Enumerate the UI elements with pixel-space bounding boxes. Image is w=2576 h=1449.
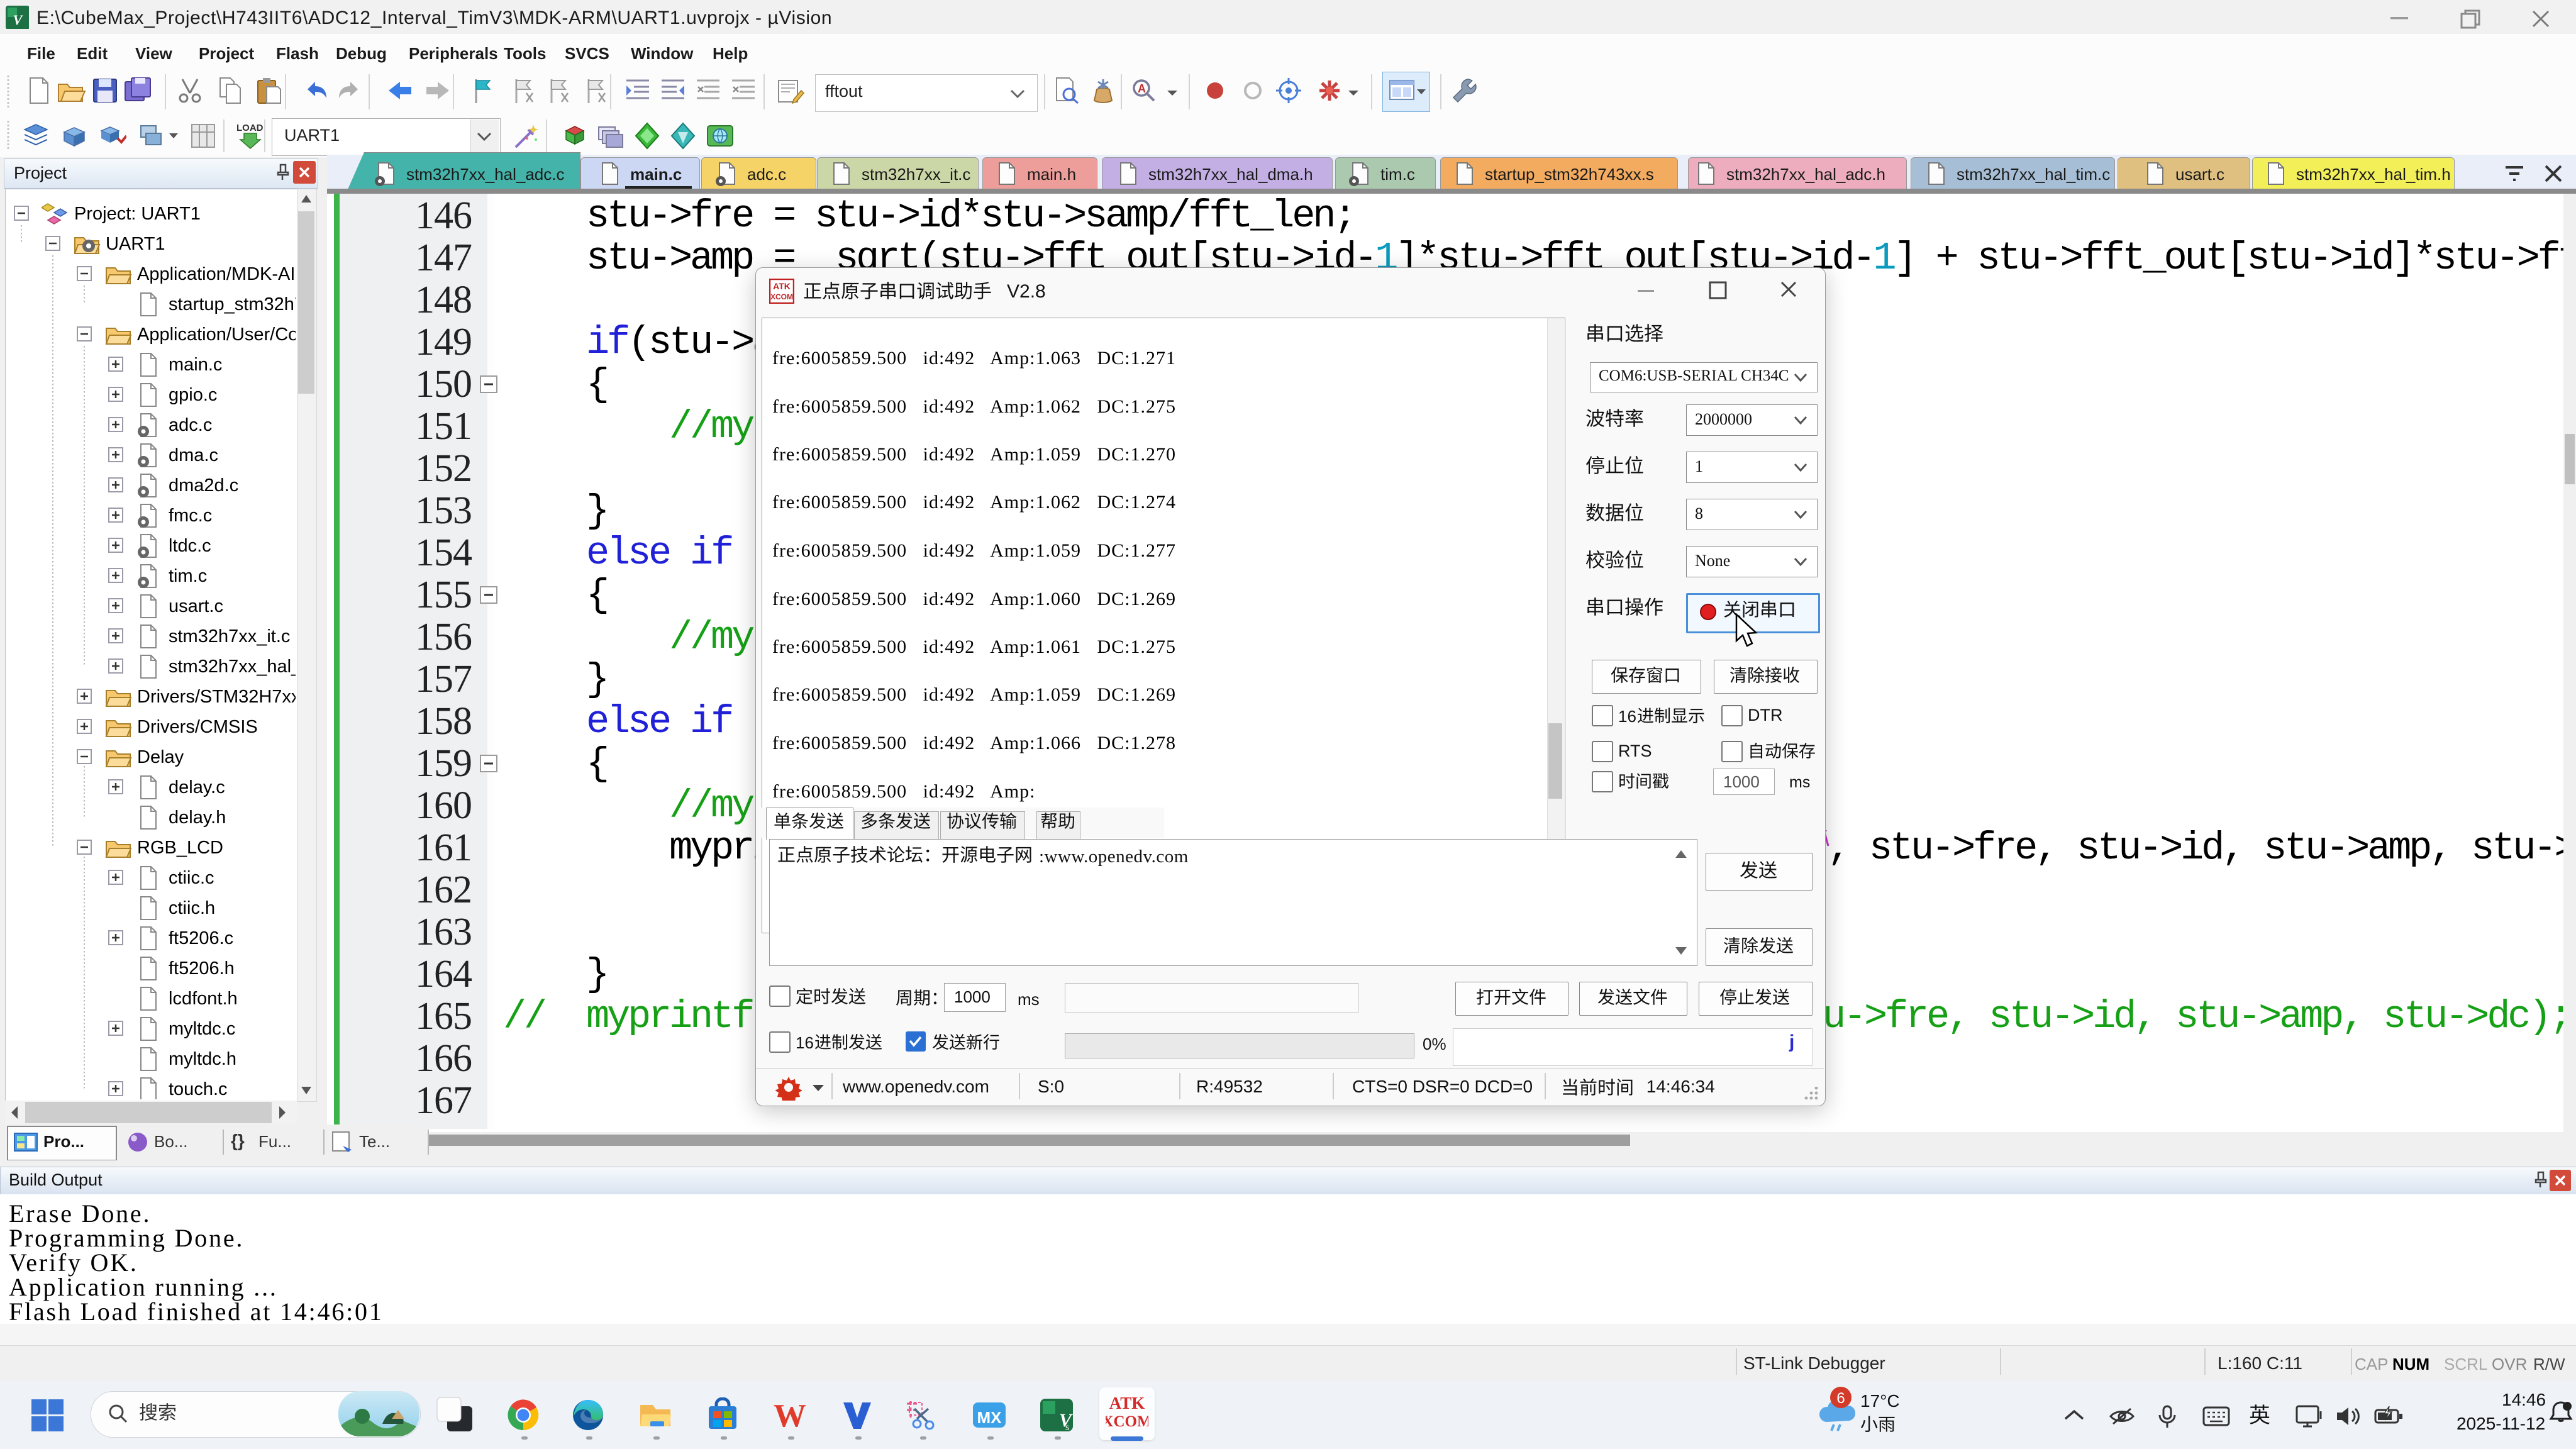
svg-text:ATK: ATK bbox=[1109, 1394, 1145, 1413]
svg-text:A: A bbox=[1138, 82, 1146, 95]
svg-text:LOAD: LOAD bbox=[236, 123, 264, 133]
svg-text:V: V bbox=[13, 12, 24, 28]
svg-text:XCOM: XCOM bbox=[770, 292, 793, 301]
svg-text:ATK: ATK bbox=[773, 281, 791, 291]
svg-text:s: s bbox=[1065, 1422, 1069, 1433]
svg-text:W: W bbox=[774, 1398, 806, 1433]
svg-text:6: 6 bbox=[1836, 1390, 1845, 1407]
svg-text:MX: MX bbox=[977, 1408, 1002, 1427]
svg-text:XCOM: XCOM bbox=[1106, 1413, 1148, 1430]
